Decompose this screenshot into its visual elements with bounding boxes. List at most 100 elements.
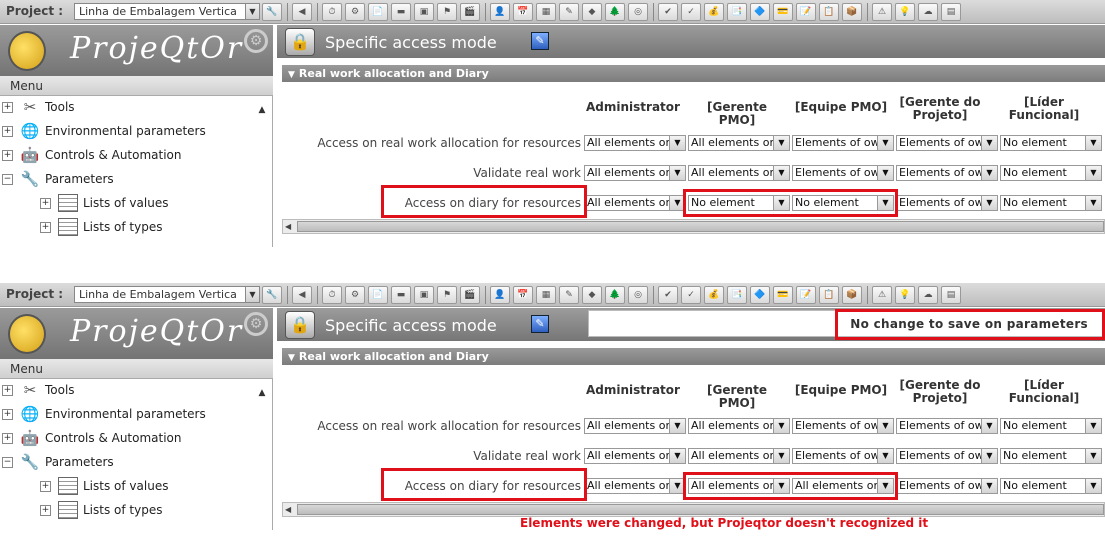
project-select[interactable]: Linha de Embalagem Vertica ▼	[74, 286, 260, 303]
wrench-icon[interactable]: 🔧	[262, 286, 282, 304]
access-select[interactable]: All elements on ▼	[584, 478, 686, 494]
user-icon[interactable]: 👤	[490, 3, 510, 21]
quotations-icon[interactable]: 📝	[796, 3, 816, 21]
quotations-icon[interactable]: 📝	[796, 286, 816, 304]
parameters-icon[interactable]: ⏱	[322, 286, 342, 304]
orders-icon[interactable]: 📋	[819, 286, 839, 304]
chevron-down-icon[interactable]: ▼	[245, 4, 259, 19]
expand-icon[interactable]: +	[2, 384, 13, 396]
docs-icon[interactable]: 🔷	[750, 286, 770, 304]
flag-icon[interactable]: ⚑	[437, 3, 457, 21]
payment-icon[interactable]: 💳	[773, 286, 793, 304]
docs-icon[interactable]: 🔷	[750, 3, 770, 21]
chevron-down-icon[interactable]: ▼	[773, 449, 789, 463]
access-select[interactable]: No element ▼	[1000, 478, 1102, 494]
access-select[interactable]: No element ▼	[1000, 448, 1102, 464]
planning-icon[interactable]: ▬	[391, 286, 411, 304]
project-icon[interactable]: 📄	[368, 286, 388, 304]
chevron-down-icon[interactable]: ▼	[981, 136, 997, 150]
approve-icon[interactable]: ✓	[681, 286, 701, 304]
chevron-down-icon[interactable]: ▼	[877, 166, 893, 180]
expand-icon[interactable]: +	[2, 125, 13, 137]
parameters-icon[interactable]: ⏱	[322, 3, 342, 21]
chevron-down-icon[interactable]: ▼	[981, 449, 997, 463]
activities-icon[interactable]: ✎	[559, 286, 579, 304]
risks-icon[interactable]: ⚠	[872, 3, 892, 21]
scroll-up-icon[interactable]: ▲	[256, 388, 268, 400]
access-select[interactable]: Elements of own ▼	[896, 418, 998, 434]
scrollbar-thumb[interactable]	[297, 504, 1104, 515]
scroll-left-icon[interactable]: ◀	[285, 220, 291, 233]
tree-item[interactable]: + Lists of values	[40, 193, 168, 213]
notes-icon[interactable]: ⚙	[345, 286, 365, 304]
scrollbar-thumb[interactable]	[297, 221, 1104, 232]
portfolio-icon[interactable]: ▣	[414, 3, 434, 21]
planning-icon[interactable]: ▬	[391, 3, 411, 21]
chevron-down-icon[interactable]: ▼	[1085, 196, 1101, 210]
presentation-icon[interactable]: ▤	[941, 286, 961, 304]
access-select[interactable]: All elements on ▼	[688, 418, 790, 434]
tree-item[interactable]: + Lists of types	[40, 500, 162, 520]
access-select[interactable]: All elements on ▼	[688, 135, 790, 151]
clapper-icon[interactable]: 🎬	[460, 3, 480, 21]
scroll-left-icon[interactable]: ◀	[285, 503, 291, 516]
tree-item[interactable]: + 🌐 Environmental parameters	[2, 121, 206, 141]
section-header[interactable]: ▼ Real work allocation and Diary	[282, 65, 1105, 82]
bills-icon[interactable]: 📑	[727, 3, 747, 21]
access-select[interactable]: Elements of own ▼	[896, 448, 998, 464]
chevron-down-icon[interactable]: ▼	[877, 419, 893, 433]
chevron-down-icon[interactable]: ▼	[981, 419, 997, 433]
activities-icon[interactable]: ✎	[559, 3, 579, 21]
access-select[interactable]: Elements of own ▼	[896, 195, 998, 211]
ideas-icon[interactable]: 💡	[895, 3, 915, 21]
portfolio-icon[interactable]: ▣	[414, 286, 434, 304]
access-select[interactable]: All elements on ▼	[584, 135, 686, 151]
access-select[interactable]: All elements on ▼	[688, 165, 790, 181]
access-select[interactable]: All elements on ▼	[584, 165, 686, 181]
save-icon[interactable]: ✎	[531, 32, 549, 50]
expand-icon[interactable]: +	[2, 101, 13, 113]
collapse-icon[interactable]: −	[2, 173, 13, 185]
chevron-down-icon[interactable]: ▼	[669, 136, 685, 150]
bills-icon[interactable]: 📑	[727, 286, 747, 304]
access-select[interactable]: Elements of own ▼	[792, 165, 894, 181]
chevron-down-icon[interactable]: ▼	[245, 287, 259, 302]
flag-icon[interactable]: ⚑	[437, 286, 457, 304]
tree-item[interactable]: + ✂ Tools	[2, 380, 75, 400]
collapse-icon[interactable]: ▼	[288, 70, 295, 80]
access-select[interactable]: No element ▼	[1000, 165, 1102, 181]
presentation-icon[interactable]: ▤	[941, 3, 961, 21]
expenses-icon[interactable]: 💰	[704, 286, 724, 304]
chevron-down-icon[interactable]: ▼	[1085, 449, 1101, 463]
notes-icon[interactable]: ⚙	[345, 3, 365, 21]
access-select[interactable]: All elements on ▼	[584, 418, 686, 434]
chevron-down-icon[interactable]: ▼	[877, 136, 893, 150]
chevron-down-icon[interactable]: ▼	[669, 166, 685, 180]
access-select[interactable]: Elements of own ▼	[792, 135, 894, 151]
weather-icon[interactable]: ☁	[918, 3, 938, 21]
tickets-icon[interactable]: ▦	[536, 286, 556, 304]
expand-icon[interactable]: +	[2, 432, 13, 444]
targets-icon[interactable]: ◎	[628, 3, 648, 21]
project-select[interactable]: Linha de Embalagem Vertica ▼	[74, 3, 260, 20]
access-select[interactable]: Elements of own ▼	[792, 418, 894, 434]
expand-icon[interactable]: +	[40, 504, 51, 516]
user-icon[interactable]: 👤	[490, 286, 510, 304]
scroll-up-icon[interactable]: ▲	[256, 105, 268, 117]
expand-icon[interactable]: +	[40, 221, 51, 233]
chevron-down-icon[interactable]: ▼	[981, 479, 997, 493]
tree-item[interactable]: + ✂ Tools	[2, 97, 75, 117]
access-select[interactable]: All elements on ▼	[584, 195, 686, 211]
expand-icon[interactable]: +	[40, 197, 51, 209]
tree-icon[interactable]: 🌲	[605, 286, 625, 304]
tree-item[interactable]: + 🌐 Environmental parameters	[2, 404, 206, 424]
access-select[interactable]: All elements on ▼	[688, 448, 790, 464]
orders-icon[interactable]: 📋	[819, 3, 839, 21]
access-select[interactable]: No element ▼	[1000, 135, 1102, 151]
access-select[interactable]: No element ▼	[1000, 195, 1102, 211]
horizontal-scrollbar[interactable]: ◀	[282, 502, 1105, 517]
chevron-down-icon[interactable]: ▼	[669, 419, 685, 433]
chevron-down-icon[interactable]: ▼	[773, 419, 789, 433]
calendar-icon[interactable]: 📅	[513, 3, 533, 21]
targets-icon[interactable]: ◎	[628, 286, 648, 304]
